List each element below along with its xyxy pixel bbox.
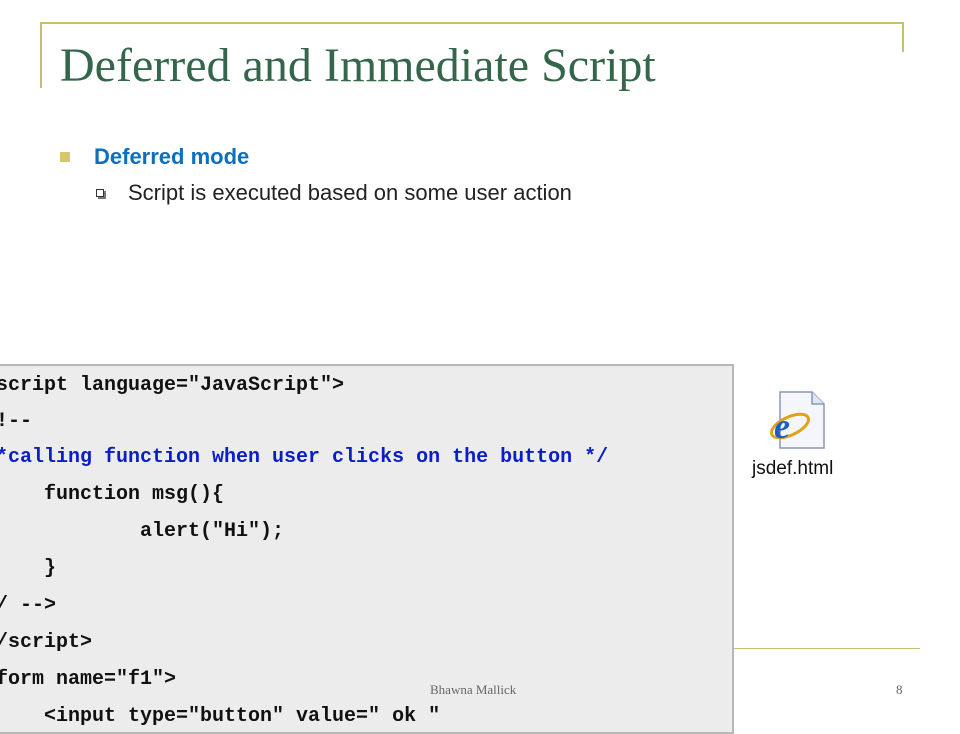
- checkbox-bullet-icon: [96, 189, 104, 197]
- footer-author: Bhawna Mallick: [430, 682, 517, 697]
- file-name-label: jsdef.html: [752, 458, 834, 479]
- code-line-comment: *calling function when user clicks on th…: [0, 446, 609, 469]
- sub-bullet-text: Script is executed based on some user ac…: [128, 180, 572, 205]
- code-line: !--: [0, 410, 33, 433]
- bullet-deferred-mode: Deferred mode: [60, 144, 249, 170]
- slide-title: Deferred and Immediate Script: [60, 39, 656, 92]
- svg-text:e: e: [774, 406, 790, 446]
- ie-html-file-icon[interactable]: e: [768, 390, 828, 452]
- bullet-text: Deferred mode: [94, 144, 250, 169]
- frame-right-line: [902, 22, 904, 52]
- sub-bullet-user-action: Script is executed based on some user ac…: [96, 180, 572, 206]
- code-line: / -->: [0, 594, 57, 617]
- frame-left-line: [40, 22, 42, 88]
- square-bullet-icon: [60, 152, 70, 162]
- code-line: script language="JavaScript">: [0, 374, 345, 397]
- code-block: script language="JavaScript"> !-- *calli…: [0, 364, 734, 734]
- code-line: }: [0, 557, 57, 580]
- frame-top-line: [40, 22, 904, 24]
- code-line: alert("Hi");: [0, 520, 285, 543]
- code-line: /script>: [0, 631, 93, 654]
- page-number: 8: [896, 682, 903, 697]
- code-line: form name="f1">: [0, 668, 177, 691]
- code-line: <input type="button" value=" ok ": [0, 705, 441, 728]
- code-line: function msg(){: [0, 483, 225, 506]
